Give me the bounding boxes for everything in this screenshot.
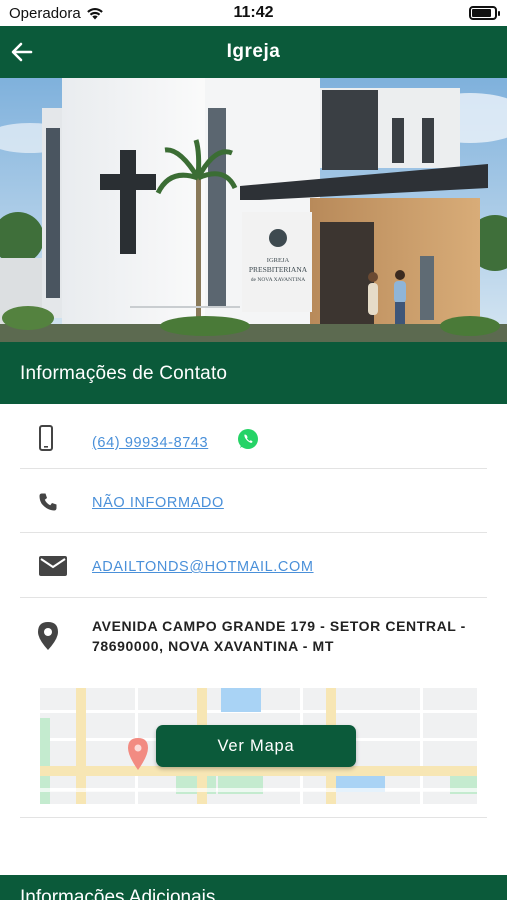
phone-number-link[interactable]: NÃO INFORMADO <box>92 495 224 511</box>
smartphone-icon <box>37 424 55 452</box>
phone-row: NÃO INFORMADO <box>20 469 487 533</box>
church-sign-line2: PRESBITERIANA <box>249 265 308 274</box>
address-text: AVENIDA CAMPO GRANDE 179 - SETOR CENTRAL… <box>92 618 466 654</box>
church-photo: IGREJA PRESBITERIANA de NOVA XAVANTINA <box>0 78 507 342</box>
email-row: ADAILTONDS@HOTMAIL.COM <box>20 533 487 598</box>
divider <box>20 817 487 818</box>
contact-section-title: Informações de Contato <box>20 363 228 384</box>
map-pin-icon <box>37 622 59 650</box>
church-sign-line1: IGREJA <box>267 257 290 264</box>
whatsapp-icon[interactable] <box>237 428 259 450</box>
envelope-icon <box>39 555 67 577</box>
contact-section-header: Informações de Contato <box>0 342 507 404</box>
battery-level <box>472 9 491 17</box>
church-sign-line3: de NOVA XAVANTINA <box>251 277 305 283</box>
additional-info-title: Informações Adicionais <box>20 887 216 900</box>
map-marker-icon <box>128 738 148 770</box>
address-row: AVENIDA CAMPO GRANDE 179 - SETOR CENTRAL… <box>20 598 487 688</box>
status-bar: Operadora 11:42 <box>0 0 507 26</box>
page-title: Igreja <box>226 41 281 62</box>
additional-info-section-header: Informações Adicionais <box>0 875 507 900</box>
view-map-button[interactable]: Ver Mapa <box>156 725 356 767</box>
church-illustration: IGREJA PRESBITERIANA de NOVA XAVANTINA <box>0 78 507 342</box>
battery-icon <box>469 6 500 20</box>
mobile-row: (64) 99934-8743 <box>20 404 487 469</box>
app-header: Igreja <box>0 26 507 78</box>
phone-icon <box>37 491 59 513</box>
clock: 11:42 <box>233 4 274 21</box>
email-link[interactable]: ADAILTONDS@HOTMAIL.COM <box>92 559 314 575</box>
mobile-number-link[interactable]: (64) 99934-8743 <box>92 435 208 451</box>
